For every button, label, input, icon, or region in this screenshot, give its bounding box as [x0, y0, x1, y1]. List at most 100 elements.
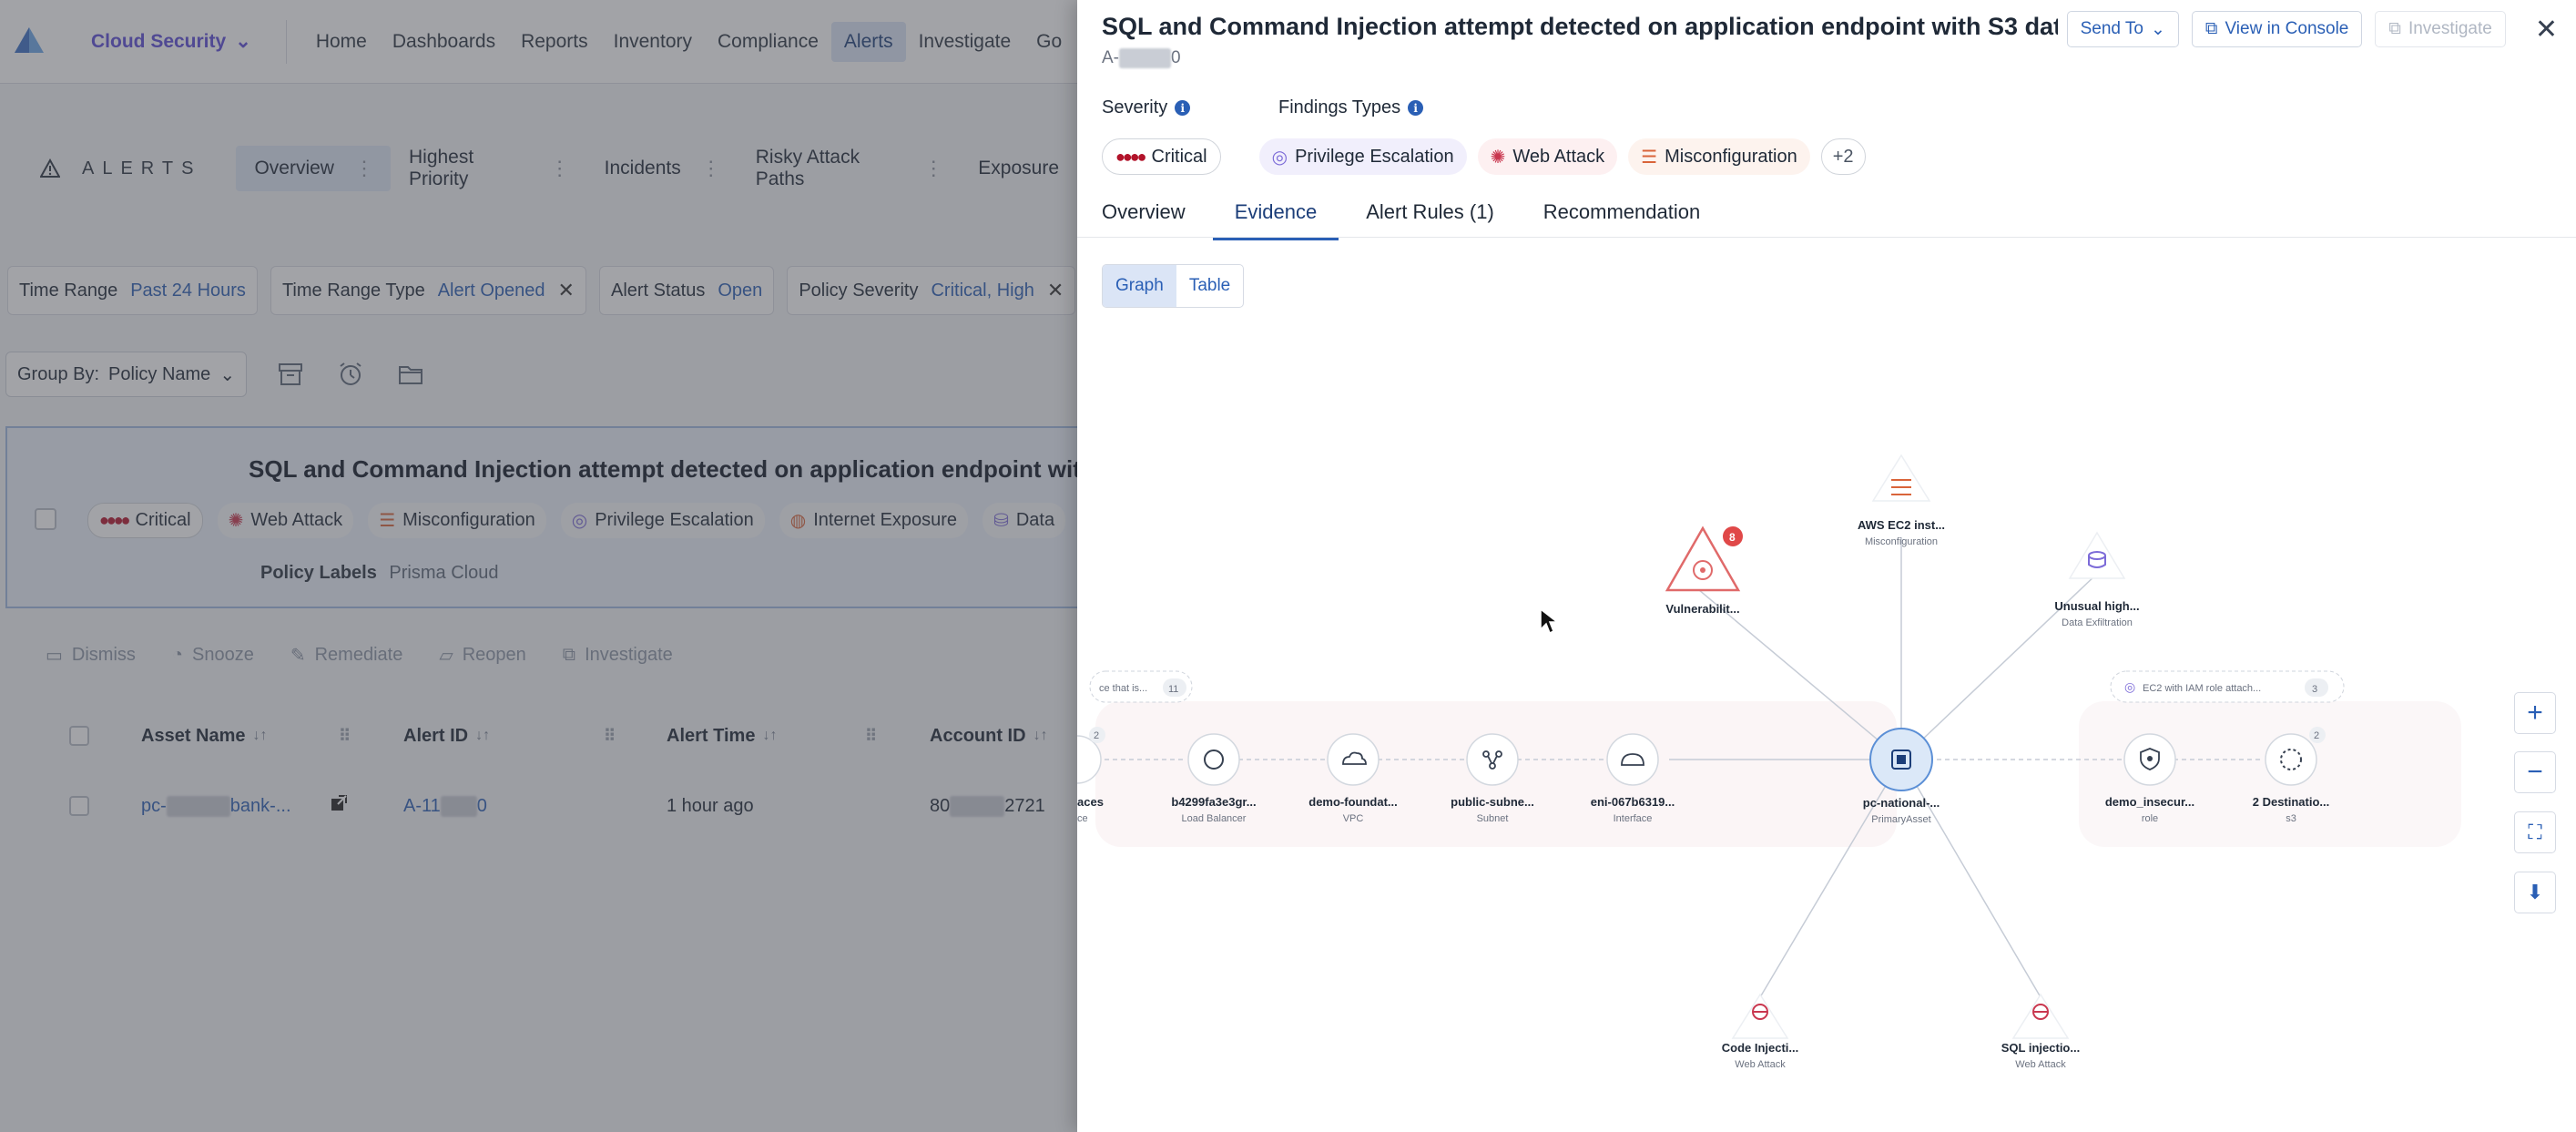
- evidence-graph[interactable]: ce that is... 11 ◎ EC2 with IAM role att…: [1077, 310, 2576, 1132]
- tab-label: Exposure: [978, 158, 1059, 178]
- table-header: Asset Name ↓↑ ⠿ Alert ID ↓↑ ⠿ Alert Time ↓↑…: [0, 710, 1077, 761]
- download-button[interactable]: ⬇: [2514, 872, 2556, 913]
- nav-item-alerts[interactable]: Alerts: [830, 21, 906, 62]
- tab-incidents[interactable]: Incidents ⋮: [586, 146, 738, 191]
- graph-node-data-exfiltration[interactable]: Unusual high... Data Exfiltration: [2054, 531, 2140, 628]
- finding-chip[interactable]: ⛁ Data: [983, 503, 1066, 538]
- tab-exposure[interactable]: Exposure: [960, 147, 1077, 190]
- filter-chip[interactable]: Policy Severity Critical, High ✕: [787, 266, 1076, 315]
- graph-node-vulnerability[interactable]: 8 Vulnerabilit...: [1665, 525, 1743, 616]
- investigate-button[interactable]: ⧉ Investigate: [2375, 11, 2506, 47]
- nav-item-dashboards[interactable]: Dashboards: [380, 22, 508, 62]
- column-alert-time[interactable]: Alert Time ↓↑: [667, 726, 777, 747]
- reopen-button[interactable]: ▱ Reopen: [439, 644, 525, 667]
- filter-chip[interactable]: Time Range Type Alert Opened ✕: [270, 266, 586, 315]
- prisma-logo-icon[interactable]: [13, 25, 46, 58]
- more-vertical-icon[interactable]: ⋮: [701, 157, 721, 180]
- nav-item-reports[interactable]: Reports: [508, 22, 601, 62]
- node-count-text: 2: [1094, 730, 1099, 741]
- nav-item-compliance[interactable]: Compliance: [705, 22, 831, 62]
- fit-view-button[interactable]: ⛶: [2514, 811, 2556, 853]
- alert-group-title[interactable]: SQL and Command Injection attempt detect…: [249, 455, 1077, 484]
- node-type: Web Attack: [1735, 1059, 1786, 1070]
- column-drag-handle-icon[interactable]: ⠿: [604, 727, 616, 746]
- dismiss-button[interactable]: ▭ Dismiss: [46, 644, 136, 667]
- close-icon[interactable]: ✕: [558, 279, 575, 302]
- more-vertical-icon[interactable]: ⋮: [354, 157, 374, 180]
- remediate-button[interactable]: ✎ Remediate: [290, 644, 402, 667]
- select-checkbox[interactable]: [35, 508, 56, 530]
- asset-name-link[interactable]: pc-xxxxxxxbank-...: [141, 796, 291, 817]
- open-external-icon[interactable]: [330, 794, 348, 818]
- table-row[interactable]: pc-xxxxxxxbank-... A-11xxxx0 1 hour ago …: [0, 785, 1077, 831]
- sort-icon[interactable]: ↓↑: [475, 728, 490, 744]
- column-drag-handle-icon[interactable]: ⠿: [339, 727, 351, 746]
- action-label: Investigate: [585, 645, 673, 665]
- tab-evidence[interactable]: Evidence: [1212, 193, 1339, 240]
- view-toggle: Graph Table: [1102, 264, 1245, 308]
- tab-overview[interactable]: Overview: [1102, 193, 1186, 239]
- zoom-out-button[interactable]: −: [2514, 751, 2556, 793]
- tab-overview[interactable]: Overview ⋮: [236, 146, 391, 191]
- nav-item-investigate[interactable]: Investigate: [906, 22, 1024, 62]
- more-vertical-icon[interactable]: ⋮: [550, 157, 570, 180]
- tab-recommendation[interactable]: Recommendation: [1543, 193, 1700, 239]
- finding-chip[interactable]: ✺ Web Attack: [217, 503, 354, 538]
- folder-icon[interactable]: [394, 358, 427, 391]
- sort-icon[interactable]: ↓↑: [253, 728, 268, 744]
- send-to-button[interactable]: Send To ⌄: [2066, 11, 2179, 47]
- tab-highest-priority[interactable]: Highest Priority ⋮: [391, 136, 586, 201]
- alerts-heading: ALERTS: [82, 158, 202, 178]
- investigate-button[interactable]: ⧉ Investigate: [563, 644, 673, 667]
- finding-chip[interactable]: ◎ Privilege Escalation: [1258, 138, 1467, 175]
- badge-text: 8: [1729, 531, 1736, 544]
- alert-id-link[interactable]: A-11xxxx0: [403, 796, 487, 817]
- finding-chip[interactable]: ◎ Privilege Escalation: [560, 503, 765, 538]
- drawer-chips: ●●●● Critical ◎ Privilege Escalation ✺ Web …: [1102, 138, 1866, 175]
- node-type: Misconfiguration: [1865, 536, 1938, 547]
- sort-icon[interactable]: ↓↑: [1033, 728, 1048, 744]
- sort-icon[interactable]: ↓↑: [762, 728, 777, 744]
- graph-view-button[interactable]: Graph: [1103, 265, 1176, 307]
- view-in-console-button[interactable]: ⧉ View in Console: [2191, 11, 2363, 47]
- row-checkbox[interactable]: [69, 796, 89, 816]
- warning-icon: [40, 158, 60, 178]
- finding-label: Privilege Escalation: [1295, 146, 1454, 167]
- filter-chip[interactable]: Time Range Past 24 Hours: [7, 266, 258, 315]
- select-all-checkbox[interactable]: [69, 726, 89, 746]
- nav-item-home[interactable]: Home: [303, 22, 380, 62]
- column-alert-id[interactable]: Alert ID ↓↑: [403, 726, 490, 747]
- column-drag-handle-icon[interactable]: ⠿: [865, 727, 877, 746]
- nav-item-go[interactable]: Go: [1023, 22, 1074, 62]
- nav-item-inventory[interactable]: Inventory: [601, 22, 705, 62]
- column-asset-name[interactable]: Asset Name ↓↑: [141, 726, 268, 747]
- column-account-id[interactable]: Account ID ↓↑: [930, 726, 1048, 747]
- archive-icon[interactable]: [274, 358, 307, 391]
- alert-group-card[interactable]: SQL and Command Injection attempt detect…: [5, 426, 1077, 608]
- graph-node-code-injection[interactable]: Code Injecti... Web Attack: [1722, 993, 1799, 1070]
- tab-risky-attack-paths[interactable]: Risky Attack Paths ⋮: [738, 136, 961, 201]
- table-view-button[interactable]: Table: [1176, 265, 1243, 307]
- finding-chip[interactable]: ☰ Misconfiguration: [368, 503, 546, 538]
- group-by-select[interactable]: Group By: Policy Name ⌄: [5, 352, 248, 397]
- filter-chip[interactable]: Alert Status Open: [598, 266, 775, 315]
- info-icon[interactable]: i: [1408, 100, 1424, 116]
- graph-node-misconfiguration[interactable]: AWS EC2 inst... Misconfiguration: [1858, 454, 1945, 547]
- snooze-button[interactable]: ◔ Snooze: [172, 644, 254, 667]
- product-switcher[interactable]: Cloud Security ⌄: [91, 19, 287, 64]
- alarm-clock-icon[interactable]: [334, 358, 367, 391]
- tab-alert-rules-1[interactable]: Alert Rules (1): [1366, 193, 1494, 239]
- more-vertical-icon[interactable]: ⋮: [923, 157, 943, 180]
- more-findings-chip[interactable]: +2: [1820, 138, 1866, 175]
- finding-chip[interactable]: ☰ Misconfiguration: [1628, 138, 1810, 175]
- finding-chip[interactable]: ✺ Web Attack: [1477, 138, 1618, 175]
- close-icon[interactable]: ✕: [1047, 279, 1064, 302]
- info-icon[interactable]: i: [1175, 100, 1191, 116]
- globe-icon: ◍: [789, 511, 807, 531]
- close-icon[interactable]: ✕: [2535, 14, 2558, 46]
- alert-id-suffix: 0: [1171, 48, 1181, 67]
- graph-node-sql-injection[interactable]: SQL injectio... Web Attack: [2001, 993, 2080, 1070]
- finding-chip[interactable]: ◍ Internet Exposure: [779, 503, 969, 538]
- drawer-labels: Severity i Findings Types i: [1102, 97, 1424, 118]
- zoom-in-button[interactable]: +: [2514, 692, 2556, 734]
